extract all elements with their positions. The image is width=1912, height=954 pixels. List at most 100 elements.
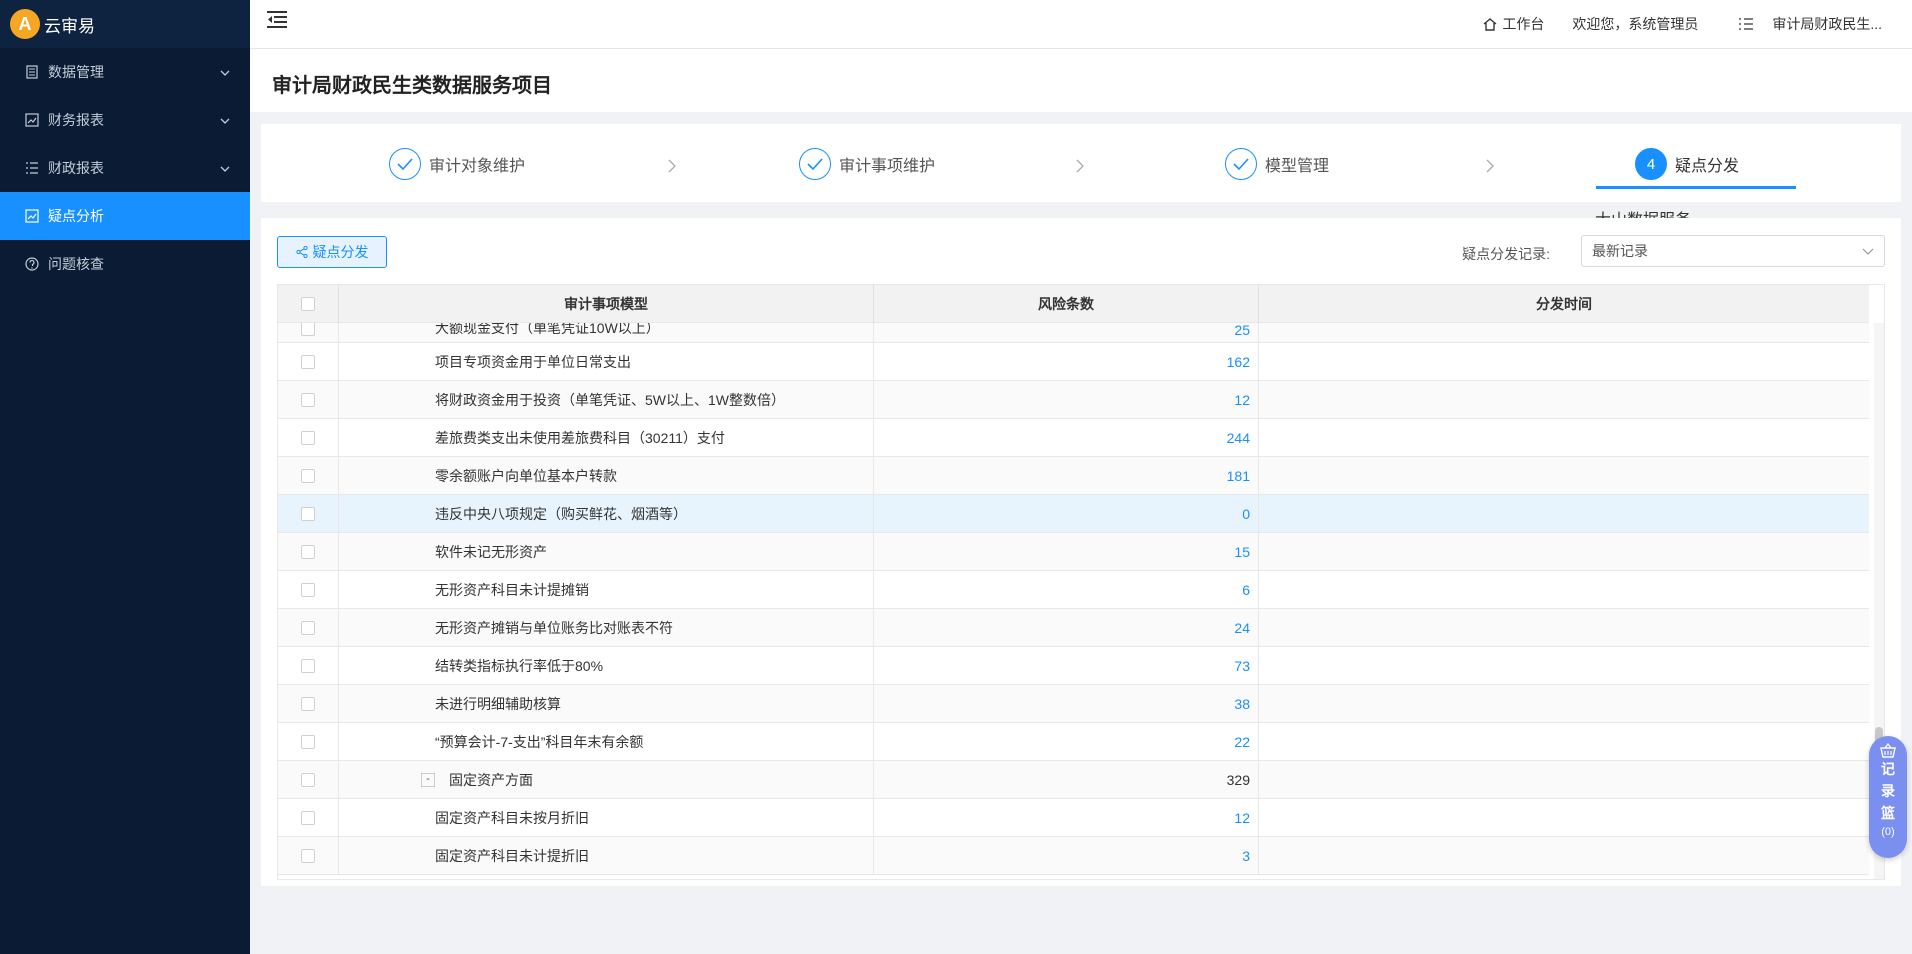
model-name: 无形资产科目未计提摊销 bbox=[435, 581, 589, 598]
table-row[interactable]: 软件未记无形资产 15 bbox=[278, 533, 1869, 571]
row-checkbox[interactable] bbox=[301, 544, 315, 559]
table-row[interactable]: 将财政资金用于投资（单笔凭证、5W以上、1W整数倍） 12 bbox=[278, 381, 1869, 419]
sidebar-item-label: 财政报表 bbox=[48, 160, 104, 176]
row-checkbox[interactable] bbox=[301, 506, 315, 521]
step-audit-object[interactable]: 审计对象维护 bbox=[389, 144, 525, 184]
risk-count-cell[interactable]: 15 bbox=[874, 533, 1259, 570]
sidebar-item-1[interactable]: 财务报表 bbox=[0, 96, 250, 144]
page-title: 审计局财政民生类数据服务项目 bbox=[272, 75, 552, 97]
row-checkbox[interactable] bbox=[301, 582, 315, 597]
distribute-time-cell bbox=[1259, 685, 1869, 722]
row-checkbox[interactable] bbox=[301, 848, 315, 863]
main-card: 疑点分发 疑点分发记录: 最新记录 大额现金支付（单笔凭证10W以上） 25 项目专… bbox=[261, 218, 1901, 886]
distribute-time-cell bbox=[1259, 761, 1869, 798]
step-model-management[interactable]: 模型管理 bbox=[1225, 144, 1329, 184]
model-name-cell: 无形资产摊销与单位账务比对账表不符 bbox=[339, 609, 874, 646]
risk-count-cell[interactable]: 6 bbox=[874, 571, 1259, 608]
record-basket[interactable]: 记 录 篮 (0) bbox=[1869, 736, 1907, 858]
sidebar-item-4[interactable]: 问题核查 bbox=[0, 240, 250, 288]
collapse-toggle[interactable]: - bbox=[421, 772, 435, 787]
row-select-cell bbox=[278, 799, 339, 836]
model-name: 零余额账户向单位基本户转款 bbox=[435, 467, 617, 484]
header-model[interactable]: 审计事项模型 bbox=[339, 285, 874, 323]
row-checkbox[interactable] bbox=[301, 354, 315, 369]
model-name: 未进行明细辅助核算 bbox=[435, 695, 561, 712]
chevron-right-icon bbox=[1486, 159, 1494, 173]
row-checkbox[interactable] bbox=[301, 734, 315, 749]
row-checkbox[interactable] bbox=[301, 468, 315, 483]
row-checkbox[interactable] bbox=[301, 658, 315, 673]
risk-count-cell[interactable]: 73 bbox=[874, 647, 1259, 684]
risk-count-cell[interactable]: 12 bbox=[874, 799, 1259, 836]
sidebar-item-label: 财务报表 bbox=[48, 112, 104, 128]
distribute-time-cell bbox=[1259, 343, 1869, 380]
risk-count-cell[interactable]: 3 bbox=[874, 837, 1259, 874]
risk-count-cell[interactable]: 244 bbox=[874, 419, 1259, 456]
risk-count-cell[interactable]: 12 bbox=[874, 381, 1259, 418]
row-checkbox[interactable] bbox=[301, 322, 315, 336]
step-label: 审计对象维护 bbox=[429, 158, 526, 175]
row-select-cell bbox=[278, 419, 339, 456]
table-row[interactable]: - 固定资产方面 329 bbox=[278, 761, 1869, 799]
step-suspect-distribution[interactable]: 4 疑点分发 bbox=[1635, 144, 1739, 184]
header-distribute-time[interactable]: 分发时间 bbox=[1259, 285, 1869, 323]
model-name-cell: 未进行明细辅助核算 bbox=[339, 685, 874, 722]
row-checkbox[interactable] bbox=[301, 620, 315, 635]
collapse-menu-icon[interactable] bbox=[266, 10, 290, 32]
table-row[interactable]: “预算会计-7-支出”科目年末有余额 22 bbox=[278, 723, 1869, 761]
risk-count-cell[interactable]: 22 bbox=[874, 723, 1259, 760]
distribute-button[interactable]: 疑点分发 bbox=[277, 236, 387, 268]
step-label: 疑点分发 bbox=[1675, 158, 1740, 175]
database-icon bbox=[24, 64, 40, 80]
row-select-cell bbox=[278, 457, 339, 494]
table-row[interactable]: 差旅费类支出未使用差旅费科目（30211）支付 244 bbox=[278, 419, 1869, 457]
model-name: 固定资产科目未按月折旧 bbox=[435, 809, 589, 826]
select-all-checkbox[interactable] bbox=[301, 297, 315, 311]
records-select[interactable]: 最新记录 bbox=[1581, 235, 1885, 267]
model-name-cell: - 固定资产方面 bbox=[339, 761, 874, 798]
workbench-link[interactable]: 工作台 bbox=[1482, 14, 1544, 34]
row-checkbox[interactable] bbox=[301, 392, 315, 407]
question-icon bbox=[24, 256, 40, 272]
basket-char: 记 bbox=[1881, 761, 1895, 777]
table-row[interactable]: 未进行明细辅助核算 38 bbox=[278, 685, 1869, 723]
table-row[interactable]: 无形资产摊销与单位账务比对账表不符 24 bbox=[278, 609, 1869, 647]
table-row[interactable]: 违反中央八项规定（购买鲜花、烟酒等） 0 bbox=[278, 495, 1869, 533]
project-switcher[interactable]: 审计局财政民生... bbox=[1738, 14, 1882, 34]
row-checkbox[interactable] bbox=[301, 430, 315, 445]
table-row[interactable]: 零余额账户向单位基本户转款 181 bbox=[278, 457, 1869, 495]
model-name: 结转类指标执行率低于80% bbox=[435, 657, 604, 674]
model-name-cell: 固定资产科目未按月折旧 bbox=[339, 799, 874, 836]
welcome-text: 欢迎您，系统管理员 bbox=[1572, 14, 1698, 34]
table-header: 审计事项模型 风险条数 分发时间 bbox=[278, 285, 1869, 323]
chevron-down-icon bbox=[220, 65, 230, 81]
row-checkbox[interactable] bbox=[301, 696, 315, 711]
model-name-cell: 软件未记无形资产 bbox=[339, 533, 874, 570]
sidebar-item-3[interactable]: 疑点分析 bbox=[0, 192, 250, 240]
distribute-time-cell bbox=[1259, 609, 1869, 646]
table-row[interactable]: 固定资产科目未计提折旧 3 bbox=[278, 837, 1869, 875]
distribute-button-label: 疑点分发 bbox=[312, 244, 369, 260]
risk-count-cell[interactable]: 181 bbox=[874, 457, 1259, 494]
row-checkbox[interactable] bbox=[301, 810, 315, 825]
welcome-label: 欢迎您，系统管理员 bbox=[1572, 16, 1699, 32]
table-row[interactable]: 固定资产科目未按月折旧 12 bbox=[278, 799, 1869, 837]
distribute-time-cell bbox=[1259, 495, 1869, 532]
basket-char: 篮 bbox=[1881, 805, 1895, 821]
sidebar-item-2[interactable]: 财政报表 bbox=[0, 144, 250, 192]
risk-count-cell[interactable]: 0 bbox=[874, 495, 1259, 532]
header-risk-count[interactable]: 风险条数 bbox=[874, 285, 1259, 323]
risk-count-cell[interactable]: 162 bbox=[874, 343, 1259, 380]
sidebar-item-0[interactable]: 数据管理 bbox=[0, 48, 250, 96]
risk-count-cell[interactable]: 38 bbox=[874, 685, 1259, 722]
row-checkbox[interactable] bbox=[301, 772, 315, 787]
table-row[interactable]: 项目专项资金用于单位日常支出 162 bbox=[278, 343, 1869, 381]
table-row[interactable]: 结转类指标执行率低于80% 73 bbox=[278, 647, 1869, 685]
model-name-cell: 将财政资金用于投资（单笔凭证、5W以上、1W整数倍） bbox=[339, 381, 874, 418]
logo-bar[interactable]: A 云审易 bbox=[0, 0, 250, 48]
table-row[interactable]: 无形资产科目未计提摊销 6 bbox=[278, 571, 1869, 609]
records-label: 疑点分发记录: bbox=[1462, 246, 1550, 262]
step-audit-item[interactable]: 审计事项维护 bbox=[799, 144, 935, 184]
steps-bar: 审计对象维护 审计事项维护 模型管理 4 疑点分发 bbox=[261, 124, 1901, 202]
risk-count-cell[interactable]: 24 bbox=[874, 609, 1259, 646]
